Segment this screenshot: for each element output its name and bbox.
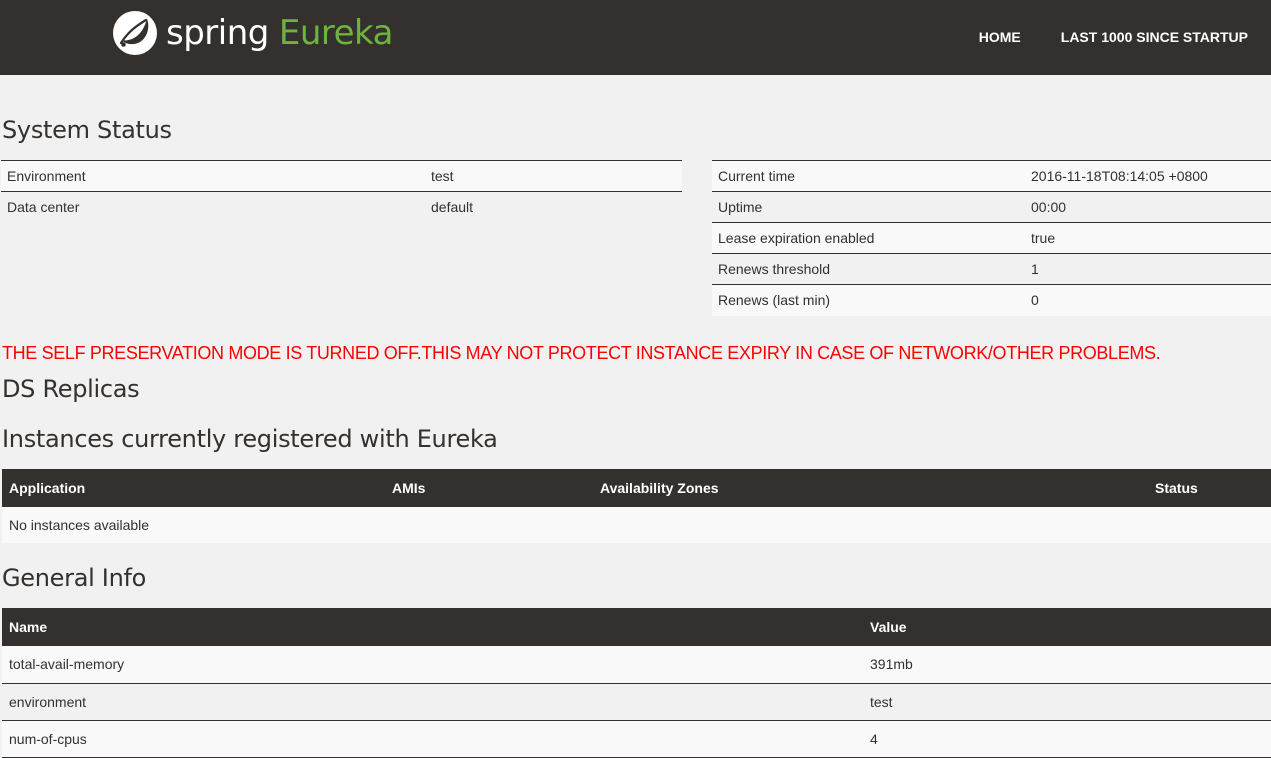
self-preservation-warning: THE SELF PRESERVATION MODE IS TURNED OFF…	[2, 343, 1161, 363]
table-row: Data center default	[1, 191, 682, 223]
table-row: environment test	[2, 683, 1271, 721]
status-value: true	[1025, 222, 1271, 254]
brand-eureka-text: Eureka	[278, 13, 394, 53]
table-row: Environment test	[1, 160, 682, 192]
table-row: Lease expiration enabled true	[712, 222, 1271, 254]
nav-links: HOME LAST 1000 SINCE STARTUP	[939, 28, 1248, 46]
table-row: num-of-cpus 4	[2, 720, 1271, 758]
status-value: 2016-11-18T08:14:05 +0800	[1025, 160, 1271, 192]
info-name: environment	[2, 683, 863, 721]
status-value: 0	[1025, 284, 1271, 316]
status-label: Current time	[712, 160, 1025, 192]
table-row: Renews threshold 1	[712, 253, 1271, 285]
column-header-name: Name	[2, 608, 863, 646]
system-status-right-table: Current time 2016-11-18T08:14:05 +0800 U…	[712, 160, 1271, 316]
ds-replicas-heading: DS Replicas	[2, 375, 140, 403]
info-name: total-avail-memory	[2, 646, 863, 684]
system-status-left-table: Environment test Data center default	[1, 160, 682, 223]
general-info-heading: General Info	[2, 564, 147, 592]
general-info-table: Name Value total-avail-memory 391mb envi…	[2, 608, 1271, 758]
status-label: Uptime	[712, 191, 1025, 223]
nav-last1000-link[interactable]: LAST 1000 SINCE STARTUP	[1061, 28, 1248, 46]
table-header-row: Application AMIs Availability Zones Stat…	[2, 469, 1271, 507]
column-header-availability-zones: Availability Zones	[593, 469, 1148, 507]
column-header-value: Value	[863, 608, 1271, 646]
brand-logo-link[interactable]: spring Eureka	[112, 10, 393, 56]
status-label: Environment	[1, 160, 425, 192]
spring-leaf-icon	[113, 11, 157, 55]
status-label: Lease expiration enabled	[712, 222, 1025, 254]
table-row: Current time 2016-11-18T08:14:05 +0800	[712, 160, 1271, 192]
top-navbar: spring Eureka HOME LAST 1000 SINCE STARTU…	[0, 0, 1271, 75]
table-row: Uptime 00:00	[712, 191, 1271, 223]
info-name: num-of-cpus	[2, 720, 863, 758]
column-header-application: Application	[2, 469, 385, 507]
status-label: Renews (last min)	[712, 284, 1025, 316]
status-value: test	[425, 160, 682, 192]
system-status-heading: System Status	[2, 116, 172, 144]
instances-table: Application AMIs Availability Zones Stat…	[2, 469, 1271, 543]
table-row: total-avail-memory 391mb	[2, 646, 1271, 684]
nav-home-link[interactable]: HOME	[979, 28, 1021, 46]
table-row: No instances available	[2, 507, 1271, 543]
no-instances-message: No instances available	[2, 507, 1271, 543]
info-value: test	[863, 683, 1271, 721]
brand-spring-text: spring	[166, 13, 269, 53]
status-label: Renews threshold	[712, 253, 1025, 285]
status-label: Data center	[1, 191, 425, 223]
table-row: Renews (last min) 0	[712, 284, 1271, 316]
info-value: 4	[863, 720, 1271, 758]
brand-wordmark: spring Eureka	[166, 10, 393, 56]
column-header-amis: AMIs	[385, 469, 593, 507]
column-header-status: Status	[1148, 469, 1271, 507]
status-value: 00:00	[1025, 191, 1271, 223]
instances-heading: Instances currently registered with Eure…	[2, 425, 498, 453]
status-value: 1	[1025, 253, 1271, 285]
info-value: 391mb	[863, 646, 1271, 684]
table-header-row: Name Value	[2, 608, 1271, 646]
status-value: default	[425, 191, 682, 223]
